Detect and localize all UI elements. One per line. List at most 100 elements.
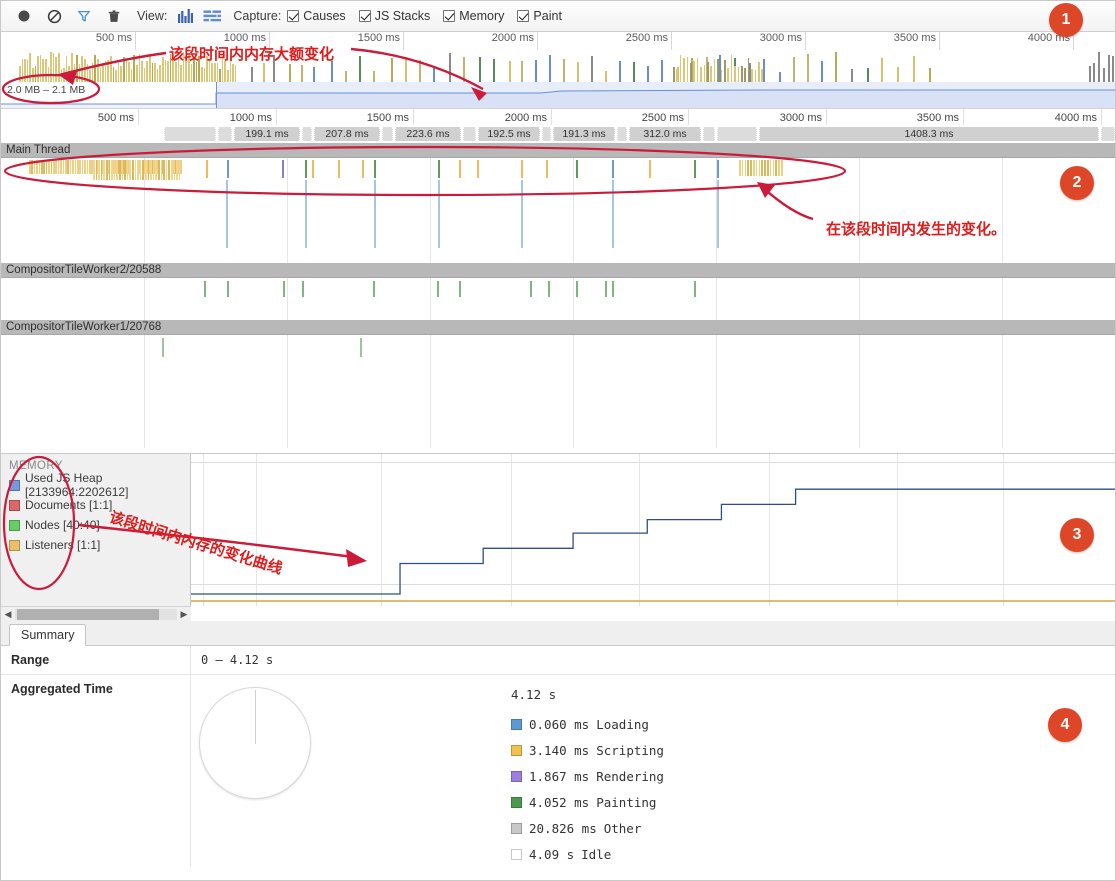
activity-bar[interactable] bbox=[750, 160, 752, 176]
frame-block[interactable]: 207.8 ms bbox=[314, 127, 380, 141]
activity-bar[interactable] bbox=[438, 180, 440, 248]
activity-bar[interactable] bbox=[761, 160, 763, 176]
activity-bar[interactable] bbox=[173, 160, 176, 180]
activity-bar[interactable] bbox=[775, 160, 777, 176]
activity-bar[interactable] bbox=[79, 160, 81, 174]
activity-bar[interactable] bbox=[43, 160, 45, 174]
activity-bar[interactable] bbox=[93, 160, 95, 180]
activity-bar[interactable] bbox=[180, 160, 182, 174]
activity-bar[interactable] bbox=[65, 160, 67, 174]
memory-legend-item-used-js-heap[interactable]: Used JS Heap [2133964:2202612] bbox=[9, 471, 190, 499]
activity-bar[interactable] bbox=[548, 281, 550, 297]
activity-bar[interactable] bbox=[781, 160, 783, 176]
activity-bar[interactable] bbox=[374, 160, 376, 178]
activity-bar[interactable] bbox=[521, 180, 523, 248]
activity-bar[interactable] bbox=[74, 160, 77, 174]
frame-block[interactable]: 312.0 ms bbox=[629, 127, 701, 141]
activity-bar[interactable] bbox=[694, 281, 696, 297]
trash-icon[interactable] bbox=[99, 5, 129, 27]
activity-bar[interactable] bbox=[45, 160, 48, 174]
activity-bar[interactable] bbox=[204, 281, 206, 297]
bar-chart-view-icon[interactable] bbox=[173, 6, 199, 26]
activity-bar[interactable] bbox=[139, 160, 142, 180]
timeline-overview[interactable]: 500 ms 1000 ms 1500 ms 2000 ms 2500 ms 3000 m… bbox=[1, 32, 1115, 109]
activity-bar[interactable] bbox=[163, 160, 165, 180]
activity-bar[interactable] bbox=[312, 160, 314, 178]
activity-bar[interactable] bbox=[160, 160, 163, 180]
activity-bar[interactable] bbox=[57, 160, 60, 174]
activity-bar[interactable] bbox=[29, 160, 31, 174]
frame-block[interactable] bbox=[717, 127, 757, 141]
activity-bar[interactable] bbox=[747, 160, 749, 176]
overview-selection-window[interactable] bbox=[216, 82, 1115, 108]
activity-bar[interactable] bbox=[89, 160, 91, 174]
activity-bar[interactable] bbox=[305, 180, 307, 248]
activity-bar[interactable] bbox=[158, 160, 160, 180]
activity-bar[interactable] bbox=[72, 160, 74, 174]
activity-bar[interactable] bbox=[48, 160, 50, 174]
scrollbar-thumb[interactable] bbox=[17, 609, 159, 620]
activity-bar[interactable] bbox=[162, 338, 164, 357]
record-icon[interactable] bbox=[9, 5, 39, 27]
activity-bar[interactable] bbox=[360, 338, 362, 357]
activity-bar[interactable] bbox=[134, 160, 137, 180]
activity-bar[interactable] bbox=[302, 281, 304, 297]
activity-bar[interactable] bbox=[226, 180, 228, 248]
activity-bar[interactable] bbox=[283, 281, 285, 297]
activity-bar[interactable] bbox=[778, 160, 780, 176]
activity-bar[interactable] bbox=[477, 160, 479, 178]
activity-bar[interactable] bbox=[649, 160, 651, 178]
activity-bar[interactable] bbox=[69, 160, 72, 174]
activity-bar[interactable] bbox=[576, 160, 578, 178]
frame-block[interactable] bbox=[382, 127, 393, 141]
scroll-right-icon[interactable]: ▶ bbox=[177, 609, 191, 620]
activity-bar[interactable] bbox=[769, 160, 772, 176]
activity-bar[interactable] bbox=[121, 160, 124, 180]
activity-bar[interactable] bbox=[165, 160, 168, 180]
activity-bar[interactable] bbox=[33, 160, 36, 174]
frame-block[interactable] bbox=[218, 127, 232, 141]
activity-bar[interactable] bbox=[717, 180, 719, 248]
frame-block[interactable]: 1408.3 ms bbox=[759, 127, 1099, 141]
frame-block[interactable]: 192.5 ms bbox=[478, 127, 540, 141]
activity-bar[interactable] bbox=[739, 160, 741, 176]
activity-bar[interactable] bbox=[178, 160, 181, 180]
frame-block[interactable]: 191.3 ms bbox=[553, 127, 615, 141]
activity-bar[interactable] bbox=[145, 160, 147, 180]
activity-bar[interactable] bbox=[152, 160, 155, 180]
checkbox-paint[interactable] bbox=[517, 10, 530, 22]
frame-block[interactable] bbox=[302, 127, 312, 141]
activity-bar[interactable] bbox=[755, 160, 758, 176]
frame-block[interactable] bbox=[703, 127, 715, 141]
activity-bar[interactable] bbox=[227, 160, 229, 178]
activity-bar[interactable] bbox=[53, 160, 55, 174]
activity-bar[interactable] bbox=[459, 281, 461, 297]
filter-icon[interactable] bbox=[69, 5, 99, 27]
memory-legend-item-nodes[interactable]: Nodes [40:40] bbox=[9, 515, 190, 535]
activity-bar[interactable] bbox=[41, 160, 43, 174]
activity-bar[interactable] bbox=[113, 160, 116, 180]
frame-block[interactable]: 199.1 ms bbox=[234, 127, 300, 141]
activity-bar[interactable] bbox=[55, 160, 57, 174]
frame-block[interactable] bbox=[463, 127, 476, 141]
clear-icon[interactable] bbox=[39, 5, 69, 27]
activity-bar[interactable] bbox=[171, 160, 173, 180]
capture-option-paint[interactable]: Paint bbox=[517, 9, 562, 23]
activity-bar[interactable] bbox=[95, 160, 98, 180]
activity-bar[interactable] bbox=[362, 160, 364, 178]
frame-block[interactable] bbox=[1101, 127, 1115, 141]
track-header-main-thread[interactable]: Main Thread bbox=[1, 143, 1115, 158]
activity-bar[interactable] bbox=[459, 160, 461, 178]
activity-bar[interactable] bbox=[108, 160, 111, 180]
activity-bar[interactable] bbox=[155, 160, 157, 180]
activity-bar[interactable] bbox=[176, 160, 178, 180]
activity-bar[interactable] bbox=[521, 160, 523, 178]
activity-bar[interactable] bbox=[753, 160, 755, 176]
track-body-compositor-2[interactable] bbox=[1, 278, 1115, 320]
activity-bar[interactable] bbox=[31, 160, 33, 174]
checkbox-js-stacks[interactable] bbox=[358, 10, 371, 22]
activity-bar[interactable] bbox=[741, 160, 744, 176]
frame-block[interactable] bbox=[617, 127, 627, 141]
activity-bar[interactable] bbox=[168, 160, 170, 180]
activity-bar[interactable] bbox=[38, 160, 41, 174]
